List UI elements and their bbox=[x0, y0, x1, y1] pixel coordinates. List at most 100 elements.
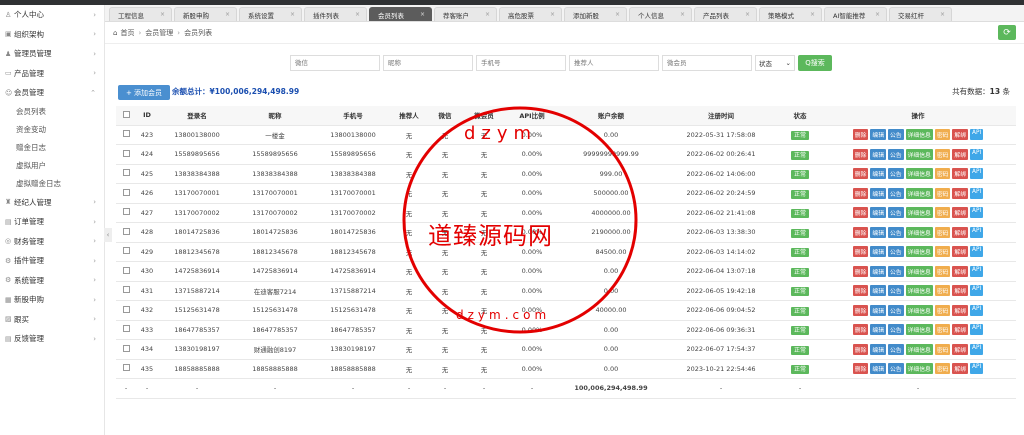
action-button[interactable]: 公告 bbox=[888, 265, 904, 277]
action-button[interactable]: 公告 bbox=[888, 129, 904, 141]
action-button[interactable]: 解绑 bbox=[952, 324, 969, 336]
action-button[interactable]: 删除 bbox=[852, 363, 869, 375]
action-button[interactable]: 解绑 bbox=[952, 246, 969, 258]
row-checkbox[interactable] bbox=[122, 344, 130, 352]
action-button[interactable]: API bbox=[970, 265, 984, 277]
tab-2[interactable]: 系统设置 × bbox=[239, 7, 302, 21]
action-button[interactable]: 公告 bbox=[888, 226, 904, 238]
search-field-4[interactable] bbox=[662, 55, 752, 71]
action-button[interactable]: 删除 bbox=[852, 168, 869, 180]
sidebar-item-9[interactable]: ⚙ 系统管理 › bbox=[0, 271, 104, 291]
action-button[interactable]: API bbox=[970, 363, 984, 375]
action-button[interactable]: API bbox=[970, 324, 984, 336]
action-button[interactable]: API bbox=[970, 285, 984, 297]
action-button[interactable]: 编辑 bbox=[870, 148, 886, 160]
action-button[interactable]: 详细信息 bbox=[905, 363, 933, 375]
row-checkbox[interactable] bbox=[122, 305, 130, 313]
search-button[interactable]: Q搜索 bbox=[798, 55, 832, 71]
search-field-0[interactable] bbox=[290, 55, 380, 71]
search-field-3[interactable] bbox=[569, 55, 659, 71]
action-button[interactable]: API bbox=[970, 343, 984, 355]
tab-12[interactable]: 交易红杆 × bbox=[889, 7, 952, 21]
action-button[interactable]: 详细信息 bbox=[905, 226, 933, 238]
action-button[interactable]: API bbox=[970, 129, 984, 141]
close-icon[interactable]: × bbox=[355, 11, 360, 18]
sidebar-item-12[interactable]: ▤ 反馈管理 › bbox=[0, 329, 104, 349]
action-button[interactable]: 密码 bbox=[934, 363, 951, 375]
row-checkbox[interactable] bbox=[122, 208, 130, 216]
action-button[interactable]: 删除 bbox=[852, 285, 869, 297]
select-all-checkbox[interactable] bbox=[122, 110, 130, 118]
action-button[interactable]: 详细信息 bbox=[905, 129, 933, 141]
close-icon[interactable]: × bbox=[680, 11, 685, 18]
sidebar-subitem-4[interactable]: 虚拟赠金日志 bbox=[0, 175, 104, 193]
action-button[interactable]: 详细信息 bbox=[905, 246, 933, 258]
action-button[interactable]: 公告 bbox=[888, 343, 904, 355]
action-button[interactable]: 密码 bbox=[934, 265, 951, 277]
action-button[interactable]: 公告 bbox=[888, 168, 904, 180]
add-member-button[interactable]: + 添加会员 bbox=[118, 85, 170, 100]
action-button[interactable]: 解绑 bbox=[952, 148, 969, 160]
sidebar-item-3[interactable]: ▭ 产品管理 › bbox=[0, 64, 104, 84]
action-button[interactable]: API bbox=[970, 246, 984, 258]
action-button[interactable]: 详细信息 bbox=[905, 168, 933, 180]
breadcrumb-section[interactable]: 会员管理 bbox=[145, 28, 173, 38]
action-button[interactable]: 编辑 bbox=[870, 246, 886, 258]
close-icon[interactable]: × bbox=[940, 11, 945, 18]
action-button[interactable]: API bbox=[970, 168, 984, 180]
action-button[interactable]: 解绑 bbox=[952, 265, 969, 277]
action-button[interactable]: 删除 bbox=[852, 129, 869, 141]
row-checkbox[interactable] bbox=[122, 286, 130, 294]
sidebar-subitem-1[interactable]: 资金变动 bbox=[0, 121, 104, 139]
action-button[interactable]: 删除 bbox=[852, 148, 869, 160]
action-button[interactable]: 编辑 bbox=[870, 207, 886, 219]
tab-1[interactable]: 新股申购 × bbox=[174, 7, 237, 21]
tab-7[interactable]: 添加新股 × bbox=[564, 7, 627, 21]
action-button[interactable]: 编辑 bbox=[870, 187, 886, 199]
action-button[interactable]: 公告 bbox=[888, 324, 904, 336]
action-button[interactable]: 删除 bbox=[852, 343, 869, 355]
action-button[interactable]: 解绑 bbox=[952, 207, 969, 219]
action-button[interactable]: 解绑 bbox=[952, 285, 969, 297]
sidebar-subitem-2[interactable]: 赠金日志 bbox=[0, 139, 104, 157]
close-icon[interactable]: × bbox=[485, 11, 490, 18]
action-button[interactable]: 删除 bbox=[852, 265, 869, 277]
action-button[interactable]: 详细信息 bbox=[905, 285, 933, 297]
action-button[interactable]: 密码 bbox=[934, 226, 951, 238]
action-button[interactable]: 解绑 bbox=[952, 226, 969, 238]
action-button[interactable]: 公告 bbox=[888, 187, 904, 199]
action-button[interactable]: 删除 bbox=[852, 324, 869, 336]
close-icon[interactable]: × bbox=[810, 11, 815, 18]
action-button[interactable]: 公告 bbox=[888, 246, 904, 258]
action-button[interactable]: 解绑 bbox=[952, 187, 969, 199]
close-icon[interactable]: × bbox=[290, 11, 295, 18]
sidebar-subitem-0[interactable]: 会员列表 bbox=[0, 103, 104, 121]
action-button[interactable]: 密码 bbox=[934, 246, 951, 258]
row-checkbox[interactable] bbox=[122, 149, 130, 157]
row-checkbox[interactable] bbox=[122, 169, 130, 177]
search-field-1[interactable] bbox=[383, 55, 473, 71]
action-button[interactable]: 编辑 bbox=[870, 129, 886, 141]
action-button[interactable]: 解绑 bbox=[952, 363, 969, 375]
tab-0[interactable]: 工程信息 × bbox=[109, 7, 172, 21]
action-button[interactable]: 公告 bbox=[888, 363, 904, 375]
action-button[interactable]: 密码 bbox=[934, 207, 951, 219]
close-icon[interactable]: × bbox=[420, 11, 425, 18]
action-button[interactable]: 编辑 bbox=[870, 343, 886, 355]
action-button[interactable]: API bbox=[970, 304, 984, 316]
action-button[interactable]: 密码 bbox=[934, 148, 951, 160]
sidebar-item-8[interactable]: ⚙ 插件管理 › bbox=[0, 251, 104, 271]
tab-9[interactable]: 产品列表 × bbox=[694, 7, 757, 21]
sidebar-item-1[interactable]: ▣ 组织架构 › bbox=[0, 25, 104, 45]
action-button[interactable]: 编辑 bbox=[870, 226, 886, 238]
action-button[interactable]: 详细信息 bbox=[905, 304, 933, 316]
sidebar-item-5[interactable]: ♜ 经纪人管理 › bbox=[0, 193, 104, 213]
action-button[interactable]: 删除 bbox=[852, 226, 869, 238]
row-checkbox[interactable] bbox=[122, 266, 130, 274]
action-button[interactable]: 公告 bbox=[888, 285, 904, 297]
action-button[interactable]: 详细信息 bbox=[905, 324, 933, 336]
close-icon[interactable]: × bbox=[615, 11, 620, 18]
tab-11[interactable]: AI智能推荐 × bbox=[824, 7, 887, 21]
sidebar-item-0[interactable]: ♙ 个人中心 › bbox=[0, 5, 104, 25]
close-icon[interactable]: × bbox=[225, 11, 230, 18]
